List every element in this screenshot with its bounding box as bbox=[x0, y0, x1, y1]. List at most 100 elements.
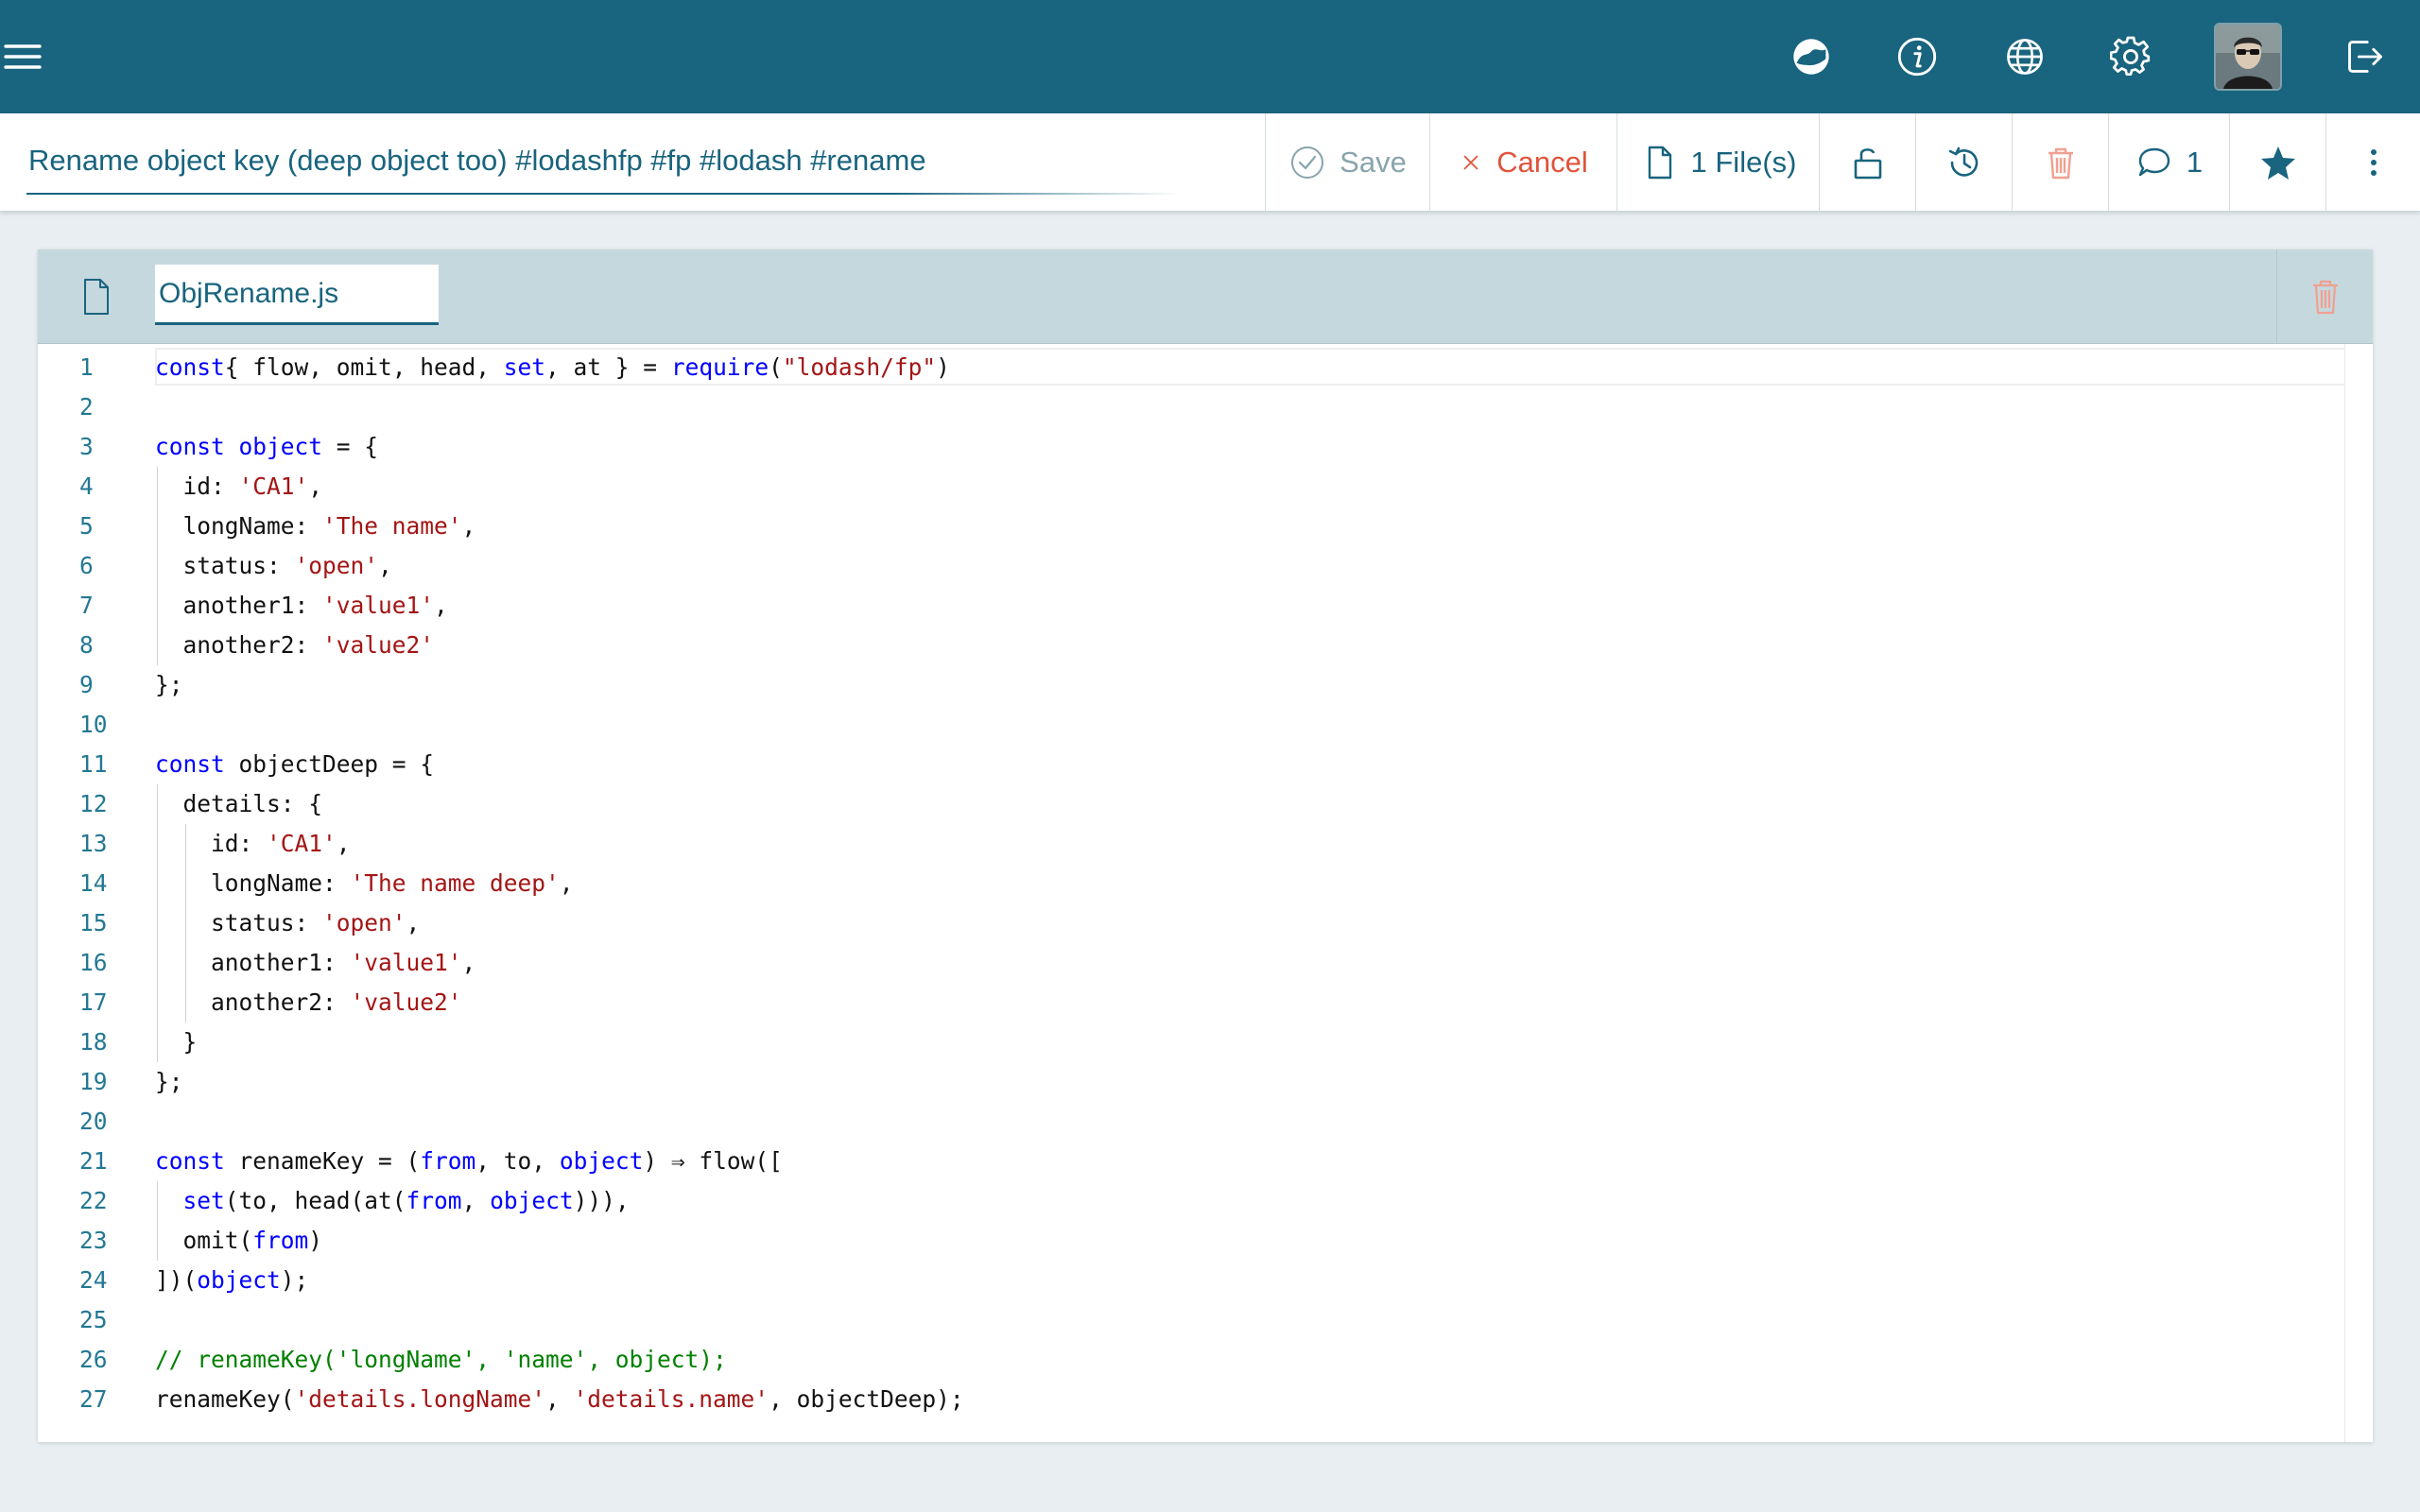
line-number: 11 bbox=[79, 750, 108, 778]
comments-button[interactable]: 1 bbox=[2108, 113, 2229, 212]
code-line[interactable]: 4 id: 'CA1', bbox=[38, 467, 2335, 507]
code-line[interactable]: 20 bbox=[38, 1102, 2335, 1142]
code-text: another2: 'value2' bbox=[211, 983, 462, 1022]
code-token: 'details.longName' bbox=[294, 1385, 546, 1413]
code-token: id: bbox=[182, 472, 239, 500]
code-token: ))) bbox=[573, 1187, 615, 1214]
code-token: object bbox=[197, 1266, 281, 1294]
code-text: }; bbox=[155, 1062, 183, 1102]
indent-guide bbox=[157, 467, 158, 507]
code-line[interactable]: 26 // renameKey('longName', 'name', objec… bbox=[38, 1340, 2335, 1380]
line-number: 22 bbox=[79, 1187, 108, 1214]
code-token: 'value2' bbox=[322, 631, 435, 659]
indent-guide bbox=[184, 864, 186, 903]
gear-icon[interactable] bbox=[2097, 23, 2165, 91]
code-token: id: bbox=[211, 830, 268, 857]
code-line[interactable]: 8 another2: 'value2' bbox=[38, 626, 2335, 665]
unlock-icon bbox=[1854, 148, 1881, 180]
code-line[interactable]: 22 set(to, head(at(from, object))), bbox=[38, 1181, 2335, 1221]
favorite-button[interactable] bbox=[2229, 113, 2325, 212]
code-token: }; bbox=[155, 1068, 183, 1095]
user-avatar[interactable] bbox=[2216, 25, 2280, 89]
code-line[interactable]: 14 longName: 'The name deep', bbox=[38, 864, 2335, 903]
code-line[interactable]: 16 another1: 'value1', bbox=[38, 943, 2335, 983]
code-line[interactable]: 11 const objectDeep = { bbox=[38, 745, 2335, 784]
code-line[interactable]: 7 another1: 'value1', bbox=[38, 586, 2335, 626]
code-token: }; bbox=[155, 671, 183, 698]
indent-guide bbox=[157, 983, 158, 1022]
code-token: 'open' bbox=[322, 909, 406, 936]
files-label: 1 File(s) bbox=[1690, 146, 1797, 179]
code-line[interactable]: 1 const{ flow, omit, head, set, at } = re… bbox=[38, 348, 2335, 387]
code-line[interactable]: 9}; bbox=[38, 665, 2335, 705]
save-button[interactable]: Save bbox=[1265, 113, 1429, 212]
code-token: ) ⇒ flow([ bbox=[643, 1147, 783, 1175]
globe-icon[interactable] bbox=[1991, 23, 2059, 91]
code-line[interactable]: 10 bbox=[38, 705, 2335, 745]
indent-guide bbox=[157, 824, 158, 864]
lock-button[interactable] bbox=[1819, 113, 1915, 212]
snippet-title-field[interactable]: Rename object key (deep object too) #lod… bbox=[26, 136, 1180, 195]
delete-button[interactable] bbox=[2012, 113, 2108, 212]
logout-icon[interactable] bbox=[2331, 23, 2399, 91]
more-options-button[interactable] bbox=[2325, 113, 2420, 212]
snippet-title[interactable]: Rename object key (deep object too) #lod… bbox=[28, 144, 926, 178]
code-token: , to, bbox=[475, 1147, 560, 1175]
file-card: 1const{ flow, omit, head, set, at } = re… bbox=[38, 249, 2373, 1442]
line-number: 15 bbox=[79, 909, 108, 936]
code-token: "lodash/fp" bbox=[782, 353, 937, 381]
code-line[interactable]: 12 details: { bbox=[38, 784, 2335, 824]
code-line[interactable]: 6 status: 'open', bbox=[38, 546, 2335, 586]
code-line[interactable]: 17 another2: 'value2' bbox=[38, 983, 2335, 1022]
files-button[interactable]: 1 File(s) bbox=[1616, 113, 1819, 212]
code-line[interactable]: 5 longName: 'The name', bbox=[38, 507, 2335, 546]
cancel-button[interactable]: Cancel bbox=[1429, 113, 1616, 212]
code-token: ])( bbox=[155, 1266, 198, 1294]
code-text: renameKey('details.longName', 'details.n… bbox=[155, 1380, 964, 1419]
line-number: 3 bbox=[79, 433, 94, 460]
code-text: const{ flow, omit, head, set, at } = req… bbox=[155, 348, 950, 387]
filename-input[interactable] bbox=[155, 265, 439, 322]
code-token: 'CA1' bbox=[238, 472, 309, 500]
code-line[interactable]: 18} bbox=[38, 1022, 2335, 1062]
code-line[interactable]: 24])(object); bbox=[38, 1261, 2335, 1300]
code-token: , bbox=[336, 830, 351, 857]
code-token: = { bbox=[322, 433, 379, 460]
line-number: 19 bbox=[79, 1068, 108, 1095]
code-line[interactable]: 2 bbox=[38, 387, 2335, 427]
code-line[interactable]: 15 status: 'open', bbox=[38, 903, 2335, 943]
filename-field[interactable] bbox=[155, 265, 439, 325]
comments-count: 1 bbox=[2186, 146, 2204, 179]
code-token: (to, head(at( bbox=[224, 1187, 406, 1214]
code-line[interactable]: 23 omit(from) bbox=[38, 1221, 2335, 1261]
code-token: 'value1' bbox=[322, 592, 435, 619]
hamburger-menu-icon[interactable] bbox=[0, 26, 45, 87]
history-button[interactable] bbox=[1915, 113, 2012, 212]
code-token: , bbox=[461, 512, 476, 540]
info-icon[interactable] bbox=[1883, 23, 1951, 91]
code-text: const object = { bbox=[155, 427, 378, 467]
code-text: another1: 'value1', bbox=[211, 943, 475, 983]
code-token: , bbox=[461, 949, 476, 976]
code-token: object bbox=[559, 1147, 644, 1175]
code-token: longName: bbox=[211, 869, 351, 897]
delete-file-button[interactable] bbox=[2276, 249, 2373, 344]
code-token: another1: bbox=[182, 592, 323, 619]
code-token: set bbox=[503, 353, 546, 381]
editor-scrollbar[interactable] bbox=[2344, 344, 2373, 1442]
code-token: status: bbox=[182, 552, 295, 579]
code-editor[interactable]: 1 const{ flow, omit, head, set, at } = re… bbox=[38, 344, 2373, 1442]
code-line[interactable]: 27 renameKey('details.longName', 'details… bbox=[38, 1380, 2335, 1419]
code-token: another2: bbox=[182, 631, 323, 659]
code-line[interactable]: 25 bbox=[38, 1300, 2335, 1340]
dashboard-icon[interactable] bbox=[1777, 23, 1845, 91]
code-token: , bbox=[308, 472, 323, 500]
code-token: 'CA1' bbox=[267, 830, 337, 857]
indent-guide bbox=[157, 507, 158, 546]
code-line[interactable]: 13 id: 'CA1', bbox=[38, 824, 2335, 864]
code-line[interactable]: 21 const renameKey = (from, to, object) ⇒… bbox=[38, 1142, 2335, 1181]
code-text: status: 'open', bbox=[183, 546, 392, 586]
code-line[interactable]: 3 const object = { bbox=[38, 427, 2335, 467]
code-line[interactable]: 19}; bbox=[38, 1062, 2335, 1102]
